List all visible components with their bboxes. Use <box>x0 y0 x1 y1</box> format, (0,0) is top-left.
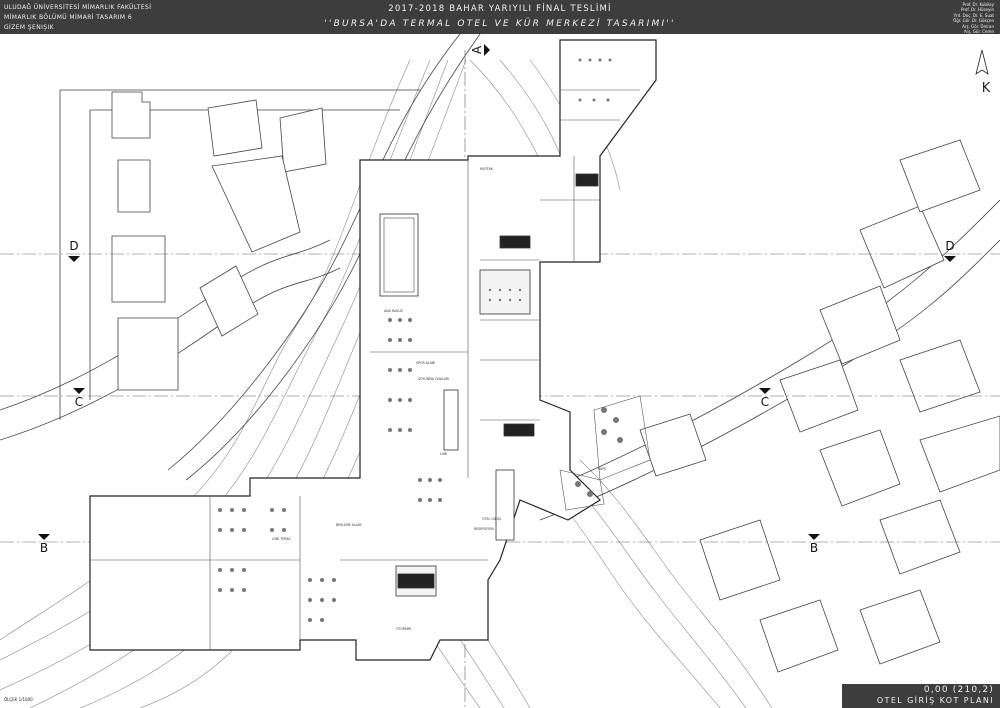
section-b-right-label: B <box>810 541 818 555</box>
label-lobby-terrace: LOBİ TERAS <box>272 536 291 541</box>
plan-title-box: 0,00 (210,2) OTEL GİRİŞ KOT PLANI <box>842 684 1000 708</box>
label-parking: OTOPARK <box>396 627 412 631</box>
section-d-left-arrow-icon <box>68 256 80 262</box>
site-plan-drawing: ANA HAVUZ LOBİ LOBİ TERAS OTEL GİRİŞİ RE… <box>0 34 1000 708</box>
semester-title: 2017-2018 BAHAR YARIYILI FİNAL TESLİMİ <box>388 4 612 14</box>
plan-title: OTEL GİRİŞ KOT PLANI <box>876 696 994 705</box>
section-d-left-label: D <box>69 239 78 253</box>
elevation-label: 0,00 (210,2) <box>923 685 994 695</box>
north-arrow-icon <box>975 49 989 75</box>
label-lobby: LOBİ <box>440 451 447 456</box>
project-name: ''BURSA'DA TERMAL OTEL VE KÜR MERKEZİ TA… <box>324 19 676 29</box>
section-a-arrow-icon <box>484 44 490 56</box>
title-bar: ULUDAĞ ÜNİVERSİTESİ MİMARLIK FAKÜLTESİ M… <box>0 0 1000 34</box>
label-reception: RESEPSİYON <box>474 526 494 531</box>
section-c-right-arrow-icon <box>759 388 771 394</box>
section-b-right-arrow-icon <box>808 534 820 540</box>
label-changing-rooms: SOYUNMA ODALARI <box>418 377 449 381</box>
instructor-list: Prof. Dr. Kubilay Prof. Dr. Hüseyin Yrd.… <box>953 2 994 34</box>
section-d-right-arrow-icon <box>944 256 956 262</box>
section-b-left-arrow-icon <box>38 534 50 540</box>
label-hotel-entrance: OTEL GİRİŞİ <box>482 516 501 521</box>
label-main-pool: ANA HAVUZ <box>384 309 404 313</box>
label-sports-area: SPOR ALANI <box>416 361 435 365</box>
section-a-label: A <box>470 45 484 54</box>
section-c-left-label: C <box>75 395 83 409</box>
label-cafe: KAFE <box>598 467 606 471</box>
project-title: 2017-2018 BAHAR YARIYILI FİNAL TESLİMİ '… <box>0 4 1000 29</box>
section-d-right-label: D <box>945 239 954 253</box>
north-label: K <box>982 81 991 96</box>
scale-label: ÖLÇEK 1/1000 <box>4 697 33 702</box>
north-arrow: K <box>975 49 991 96</box>
section-b-left-label: B <box>40 541 48 555</box>
label-waiting-area: BEKLEME ALANI <box>336 523 361 527</box>
label-kitchen: MUTFAK <box>480 167 494 171</box>
instructor-4: Öğr. Gör. Dr. Gökçen <box>953 18 994 24</box>
section-c-left-arrow-icon <box>73 388 85 394</box>
section-c-right-label: C <box>761 395 769 409</box>
